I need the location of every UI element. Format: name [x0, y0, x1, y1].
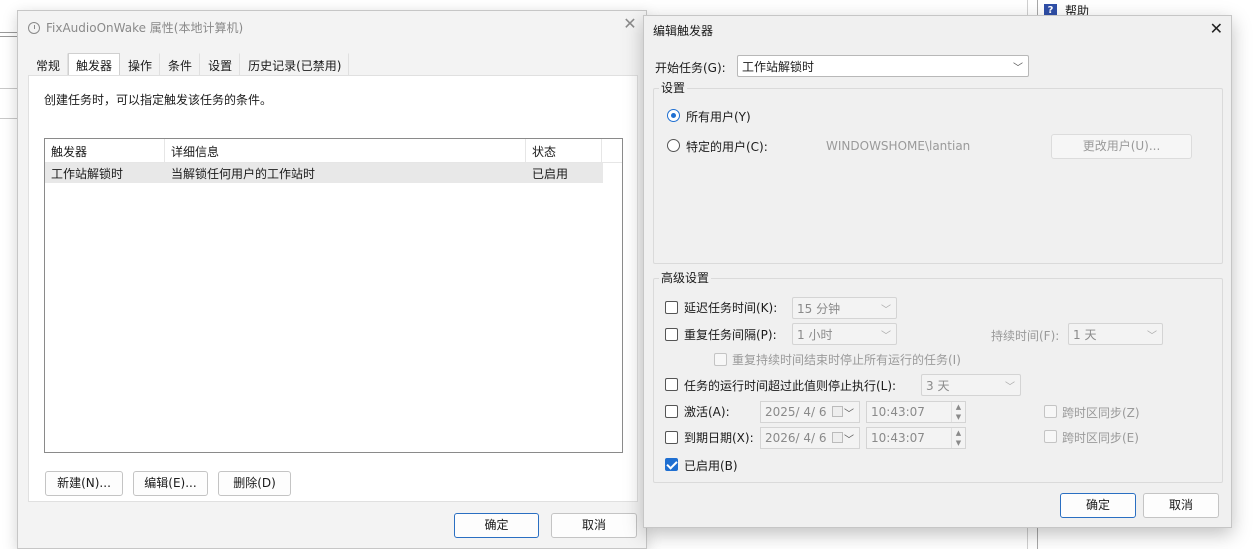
- tab-conditions[interactable]: 条件: [160, 53, 201, 75]
- cell-details: 当解锁任何用户的工作站时: [171, 167, 316, 181]
- delay-select[interactable]: 15 分钟 ﹀: [792, 297, 897, 319]
- ok-button[interactable]: 确定: [454, 513, 539, 538]
- stop-all-checkbox[interactable]: [714, 353, 727, 366]
- background-divider: [0, 118, 18, 119]
- close-icon[interactable]: ✕: [1210, 20, 1223, 38]
- stop-if-checkbox[interactable]: [665, 378, 678, 391]
- sync-z-label: 跨时区同步(Z): [1062, 406, 1140, 420]
- expire-checkbox[interactable]: [665, 431, 678, 444]
- expire-time-value: 10:43:07: [871, 431, 925, 445]
- delay-label: 延迟任务时间(K):: [684, 301, 778, 315]
- activate-checkbox[interactable]: [665, 405, 678, 418]
- settings-group-title: 设置: [659, 79, 688, 96]
- all-users-radio[interactable]: [667, 109, 680, 122]
- expire-date-value: 2026/ 4/ 6: [765, 431, 827, 445]
- cell-status: 已启用: [532, 167, 569, 181]
- begin-task-value: 工作站解锁时: [742, 60, 815, 74]
- activate-date-value: 2025/ 4/ 6: [765, 405, 827, 419]
- stop-if-select[interactable]: 3 天 ﹀: [921, 374, 1021, 396]
- spinner-icon[interactable]: ▲ ▼: [951, 428, 965, 448]
- expire-time-picker[interactable]: 10:43:07 ▲ ▼: [866, 427, 966, 449]
- delay-checkbox[interactable]: [665, 301, 678, 314]
- duration-select[interactable]: 1 天 ﹀: [1068, 323, 1163, 345]
- chevron-down-icon: ﹀: [1005, 382, 1015, 393]
- close-icon[interactable]: ✕: [622, 15, 638, 33]
- tab-bar: 常规 触发器 操作 条件 设置 历史记录(已禁用): [28, 53, 350, 75]
- edit-dialog-title: 编辑触发器: [653, 24, 714, 38]
- stop-all-label: 重复持续时间结束时停止所有运行的任务(I): [732, 353, 961, 367]
- sync-e-label: 跨时区同步(E): [1062, 431, 1139, 445]
- background-divider: [0, 36, 18, 37]
- stop-if-value: 3 天: [926, 379, 950, 393]
- edit-trigger-dialog: 编辑触发器 ✕ 开始任务(G): 工作站解锁时 ﹀ 设置 所有用户(Y) 特定的…: [643, 15, 1232, 528]
- new-trigger-button[interactable]: 新建(N)...: [45, 471, 123, 496]
- begin-task-select[interactable]: 工作站解锁时 ﹀: [737, 55, 1029, 77]
- advanced-group-title: 高级设置: [659, 269, 712, 286]
- activate-time-value: 10:43:07: [871, 405, 925, 419]
- edit-ok-button[interactable]: 确定: [1060, 493, 1136, 518]
- repeat-select[interactable]: 1 小时 ﹀: [792, 323, 897, 345]
- repeat-label: 重复任务间隔(P):: [684, 328, 777, 342]
- background-divider: [0, 32, 18, 33]
- chevron-down-icon: ﹀: [1147, 331, 1157, 342]
- change-user-button[interactable]: 更改用户(U)...: [1051, 134, 1192, 159]
- chevron-down-icon: ﹀: [844, 435, 854, 446]
- cancel-button[interactable]: 取消: [551, 513, 637, 538]
- delay-value: 15 分钟: [797, 302, 841, 316]
- stop-if-label: 任务的运行时间超过此值则停止执行(L):: [684, 379, 897, 393]
- chevron-down-icon: ﹀: [881, 331, 891, 342]
- delete-trigger-button[interactable]: 删除(D): [218, 471, 291, 496]
- all-users-label: 所有用户(Y): [686, 110, 751, 124]
- expire-label: 到期日期(X):: [684, 431, 754, 445]
- chevron-down-icon: ﹀: [1013, 63, 1023, 74]
- column-header-trigger[interactable]: 触发器: [45, 139, 165, 162]
- chevron-down-icon: ﹀: [844, 409, 854, 420]
- enabled-label: 已启用(B): [684, 459, 738, 473]
- specific-user-label: 特定的用户(C):: [686, 140, 768, 154]
- sync-z-checkbox[interactable]: [1044, 405, 1057, 418]
- expire-date-picker[interactable]: 2026/ 4/ 6 ﹀: [760, 427, 860, 449]
- user-name-text: WINDOWSHOME\lantian: [826, 139, 971, 153]
- activate-time-picker[interactable]: 10:43:07 ▲ ▼: [866, 401, 966, 423]
- table-row[interactable]: 工作站解锁时 当解锁任何用户的工作站时 已启用: [45, 163, 603, 183]
- cell-trigger: 工作站解锁时: [51, 167, 124, 181]
- edit-cancel-button[interactable]: 取消: [1143, 493, 1219, 518]
- repeat-value: 1 小时: [797, 328, 833, 342]
- begin-task-label: 开始任务(G):: [655, 61, 726, 75]
- triggers-panel: 创建任务时，可以指定触发该任务的条件。 触发器 详细信息 状态 工作站解锁时 当…: [28, 75, 638, 502]
- enabled-checkbox[interactable]: [665, 458, 678, 471]
- dialog-title: FixAudioOnWake 属性(本地计算机): [46, 21, 244, 35]
- calendar-icon: [832, 406, 843, 417]
- edit-trigger-button[interactable]: 编辑(E)...: [133, 471, 208, 496]
- duration-label: 持续时间(F):: [991, 329, 1060, 343]
- sync-e-checkbox[interactable]: [1044, 430, 1057, 443]
- activate-label: 激活(A):: [684, 405, 730, 419]
- duration-value: 1 天: [1073, 328, 1097, 342]
- triggers-table: 触发器 详细信息 状态 工作站解锁时 当解锁任何用户的工作站时 已启用: [44, 138, 623, 453]
- spinner-icon[interactable]: ▲ ▼: [951, 402, 965, 422]
- tab-history[interactable]: 历史记录(已禁用): [240, 53, 350, 75]
- properties-dialog: FixAudioOnWake 属性(本地计算机) ✕ 常规 触发器 操作 条件 …: [17, 10, 647, 549]
- column-header-status[interactable]: 状态: [526, 139, 602, 162]
- column-header-details[interactable]: 详细信息: [165, 139, 526, 162]
- tab-settings[interactable]: 设置: [200, 53, 241, 75]
- tab-triggers[interactable]: 触发器: [68, 53, 121, 75]
- table-header: 触发器 详细信息 状态: [45, 139, 622, 163]
- task-clock-icon: [28, 21, 40, 34]
- background-divider: [0, 88, 18, 89]
- specific-user-radio[interactable]: [667, 139, 680, 152]
- tab-general[interactable]: 常规: [28, 53, 69, 75]
- activate-date-picker[interactable]: 2025/ 4/ 6 ﹀: [760, 401, 860, 423]
- dialog-title-bar: FixAudioOnWake 属性(本地计算机): [28, 19, 243, 36]
- tab-actions[interactable]: 操作: [120, 53, 161, 75]
- calendar-icon: [832, 432, 843, 443]
- panel-description: 创建任务时，可以指定触发该任务的条件。: [44, 93, 273, 107]
- chevron-down-icon: ﹀: [881, 305, 891, 316]
- repeat-checkbox[interactable]: [665, 328, 678, 341]
